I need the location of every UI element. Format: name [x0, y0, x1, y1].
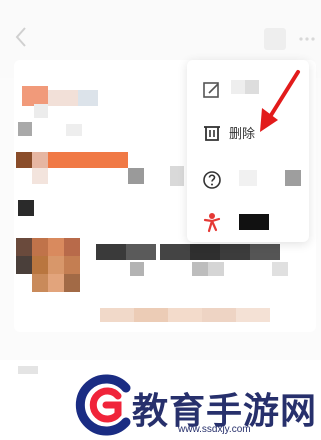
pixel-block: [220, 244, 250, 260]
menu-item-help[interactable]: [187, 158, 309, 202]
pixel-block: [170, 166, 184, 186]
trash-icon: [204, 126, 220, 141]
pixel-block: [128, 168, 144, 184]
row-thumbnail: [64, 274, 80, 292]
pixel-block: [48, 152, 128, 168]
brand-logo-icon: [75, 374, 131, 436]
row-thumbnail: [64, 238, 80, 256]
pixel-block: [285, 170, 301, 186]
pixel-block: [32, 168, 48, 184]
watermark-url: www.ssdxjy.com: [178, 424, 251, 435]
row-thumbnail: [64, 256, 80, 274]
pixel-block: [192, 262, 208, 276]
pixel-block: [134, 308, 168, 322]
pixel-block: [48, 90, 78, 106]
row-thumbnail: [32, 238, 48, 256]
pixel-block: [190, 244, 220, 260]
row-thumbnail: [48, 256, 64, 274]
pixel-block: [202, 308, 236, 322]
pixel-block: [126, 244, 156, 260]
pointer-arrow-icon: [260, 70, 300, 132]
pixel-block: [96, 244, 126, 260]
more-icon[interactable]: [298, 30, 316, 48]
pixel-block: [66, 124, 82, 136]
row-thumbnail: [48, 238, 64, 256]
pixel-block: [160, 244, 190, 260]
pixel-block: [168, 308, 202, 322]
back-arrow-icon[interactable]: [14, 26, 28, 48]
pixel-block: [231, 80, 245, 94]
row-thumbnail: [32, 256, 48, 274]
pixel-block: [130, 262, 144, 276]
row-thumbnail: [16, 238, 32, 256]
pixel-block: [236, 308, 270, 322]
pixel-block: [34, 104, 48, 118]
pixel-block: [78, 90, 98, 106]
menu-item-account[interactable]: [187, 200, 309, 244]
help-icon: [203, 171, 221, 189]
pixel-block: [250, 244, 280, 260]
pixel-block: [18, 366, 38, 374]
pixel-block: [100, 308, 134, 322]
row-thumbnail: [32, 274, 48, 292]
pixel-block: [22, 86, 48, 106]
pixel-block: [18, 122, 32, 136]
pixel-block: [272, 262, 288, 276]
row-thumbnail: [16, 256, 32, 274]
share-button[interactable]: [264, 28, 286, 50]
user-icon: [203, 213, 221, 233]
pixel-block: [16, 152, 32, 168]
row-thumbnail: [48, 274, 64, 292]
pixel-block: [239, 170, 257, 186]
pixel-block: [32, 152, 48, 168]
pixel-block: [18, 200, 34, 216]
pixel-block: [208, 262, 224, 276]
edit-icon: [203, 82, 219, 98]
pixel-block: [239, 214, 269, 230]
